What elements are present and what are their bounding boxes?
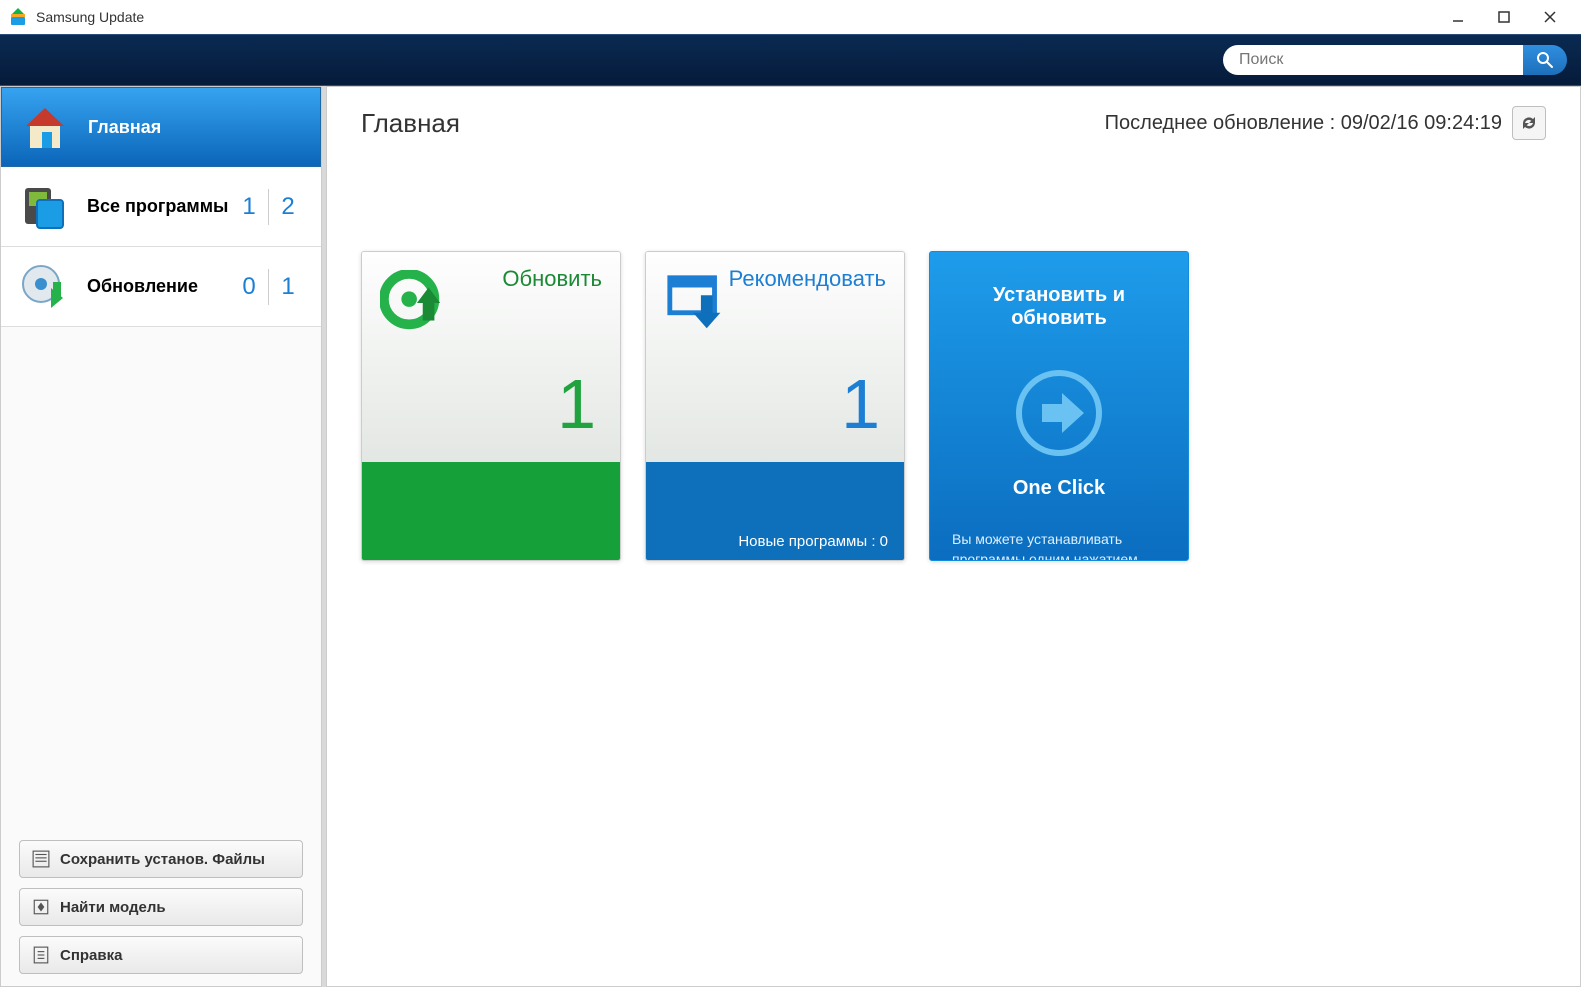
- button-label: Найти модель: [60, 899, 166, 916]
- card-title: Рекомендовать: [729, 266, 886, 292]
- nav-item-update[interactable]: Обновление 0 1: [1, 247, 321, 327]
- nav-label: Обновление: [87, 276, 234, 297]
- refresh-button[interactable]: [1512, 106, 1546, 140]
- card-footer-text: Новые программы : 0: [738, 533, 888, 550]
- nav-count-1: 0: [234, 273, 264, 301]
- card-install-update[interactable]: Установить и обновить One Click Вы может…: [929, 251, 1189, 561]
- card-update[interactable]: Обновить 1: [361, 251, 621, 561]
- cards-row: Обновить 1 Рекомендовать 1 Новые програм…: [327, 159, 1580, 561]
- nav-label: Главная: [88, 117, 302, 138]
- button-label: Справка: [60, 947, 122, 964]
- sidebar: Главная Все программы 1 2 Обновление 0 1: [0, 86, 322, 987]
- oneclick-label: One Click: [1013, 477, 1105, 500]
- nav-item-all-programs[interactable]: Все программы 1 2: [1, 167, 321, 247]
- save-install-files-button[interactable]: Сохранить установ. Файлы: [19, 840, 303, 878]
- card-count: 1: [557, 364, 596, 444]
- window-title: Samsung Update: [36, 9, 144, 25]
- main-header: Главная Последнее обновление : 09/02/16 …: [327, 87, 1580, 159]
- window-arrow-down-icon: [664, 270, 732, 338]
- nav-count-2: 1: [273, 273, 303, 301]
- card-count: 1: [841, 364, 880, 444]
- button-label: Сохранить установ. Файлы: [60, 851, 265, 868]
- find-icon: [32, 898, 50, 916]
- nav-count-2: 2: [273, 193, 303, 221]
- titlebar: Samsung Update: [0, 0, 1581, 34]
- app-icon: [8, 7, 28, 27]
- card-footer: Новые программы : 0: [646, 462, 904, 560]
- card-title: Установить и обновить: [952, 284, 1166, 330]
- card-recommend[interactable]: Рекомендовать 1 Новые программы : 0: [645, 251, 905, 561]
- card-description: Вы можете устанавливать программы одним …: [952, 530, 1166, 561]
- home-icon: [20, 102, 70, 152]
- last-update-label: Последнее обновление : 09/02/16 09:24:19: [1105, 112, 1502, 135]
- nav-item-home[interactable]: Главная: [1, 87, 321, 167]
- nav-label: Все программы: [87, 196, 234, 217]
- maximize-button[interactable]: [1481, 0, 1527, 34]
- help-icon: [32, 946, 50, 964]
- search-button[interactable]: [1523, 45, 1567, 75]
- card-footer: [362, 462, 620, 560]
- disc-arrow-up-icon: [380, 270, 448, 338]
- save-icon: [32, 850, 50, 868]
- arrow-circle-icon: [1014, 368, 1104, 463]
- update-icon: [19, 262, 69, 312]
- close-button[interactable]: [1527, 0, 1573, 34]
- help-button[interactable]: Справка: [19, 936, 303, 974]
- minimize-button[interactable]: [1435, 0, 1481, 34]
- page-title: Главная: [361, 108, 460, 139]
- sidebar-bottom-buttons: Сохранить установ. Файлы Найти модель Сп…: [1, 828, 321, 986]
- nav-count-1: 1: [234, 193, 264, 221]
- find-model-button[interactable]: Найти модель: [19, 888, 303, 926]
- search-band: [0, 34, 1581, 86]
- nav-list: Главная Все программы 1 2 Обновление 0 1: [1, 87, 321, 828]
- search-input[interactable]: [1223, 45, 1523, 75]
- programs-icon: [19, 182, 69, 232]
- card-title: Обновить: [502, 266, 602, 292]
- main-panel: Главная Последнее обновление : 09/02/16 …: [326, 86, 1581, 987]
